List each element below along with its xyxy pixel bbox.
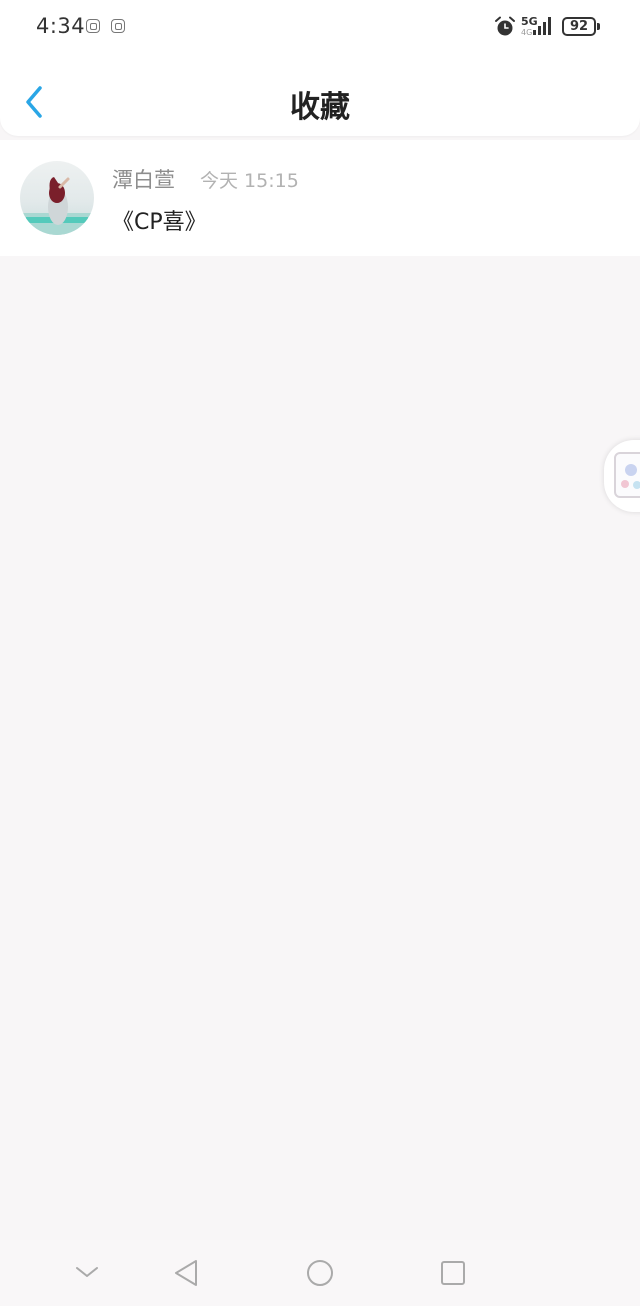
page-title: 收藏 [290, 90, 350, 125]
home-circle-icon[interactable] [305, 1258, 335, 1288]
back-triangle-icon[interactable] [172, 1258, 200, 1288]
battery-level: 92 [569, 19, 589, 34]
favorite-username: 潭白萱 [112, 168, 175, 192]
signal-icon [533, 17, 555, 35]
battery-icon: 92 [562, 17, 596, 36]
floating-assistant-button[interactable] [604, 440, 640, 512]
avatar[interactable] [20, 161, 94, 235]
avatar-image [20, 177, 94, 235]
sticker-icon [614, 452, 640, 498]
recent-square-icon[interactable] [439, 1258, 467, 1288]
system-nav-bar [0, 1240, 640, 1306]
top-bar: 4:34 5G 4G 92 收藏 [0, 0, 640, 136]
status-bar: 4:34 5G 4G 92 [0, 0, 640, 54]
chevron-down-icon[interactable] [74, 1264, 100, 1280]
favorite-content: 《CP喜》 [112, 210, 207, 235]
alarm-icon [495, 16, 515, 36]
network-4g-label: 4G [521, 28, 533, 37]
battery-tip [597, 23, 600, 30]
status-time: 4:34 [36, 14, 86, 38]
notification-icon [86, 19, 100, 33]
notification-icon [111, 19, 125, 33]
favorite-item[interactable]: 潭白萱 今天 15:15 《CP喜》 [0, 140, 640, 256]
favorite-date: 今天 15:15 [200, 170, 299, 192]
